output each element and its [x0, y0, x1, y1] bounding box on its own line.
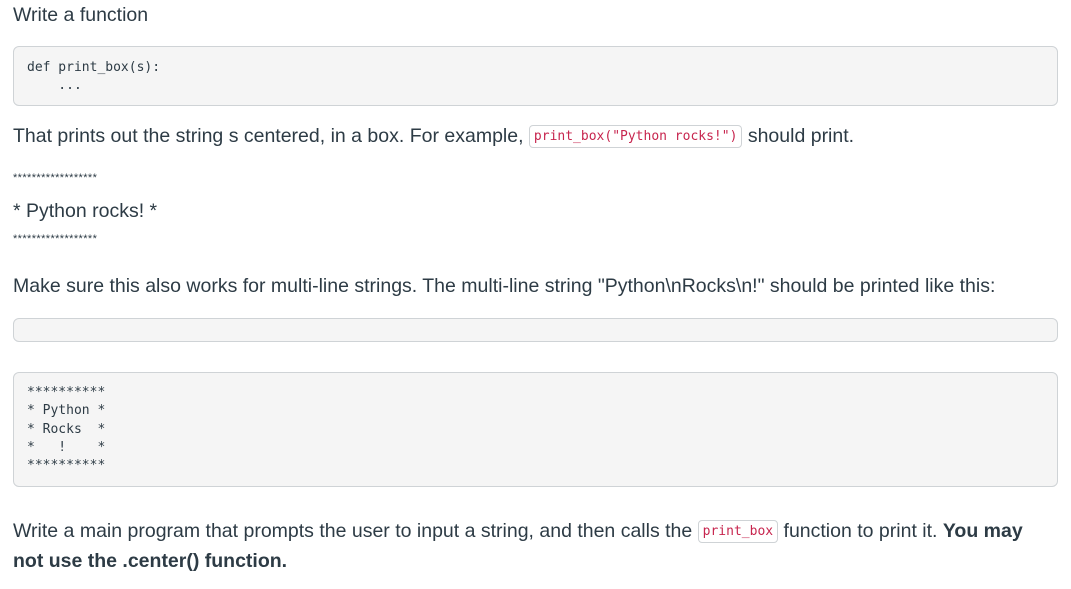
signature-code-block: def print_box(s): ...	[13, 46, 1058, 106]
example-output-line: * Python rocks! *	[13, 200, 158, 222]
example-bottom-stars: ******************	[13, 233, 98, 245]
final-inline-code: print_box	[697, 520, 779, 543]
example-text-after: should print.	[742, 125, 855, 147]
final-paragraph: Write a main program that prompts the us…	[13, 516, 1023, 547]
example-top-stars: ******************	[13, 172, 98, 184]
example-inline-code: print_box("Python rocks!")	[528, 125, 743, 148]
final-bold-line2: not use the .center() function.	[13, 550, 288, 572]
final-text-before: Write a main program that prompts the us…	[13, 520, 698, 542]
example-paragraph: That prints out the string s centered, i…	[13, 121, 854, 152]
example-text-before: That prints out the string s centered, i…	[13, 125, 529, 147]
multiline-output-code-block: ********** * Python * * Rocks * * ! * **…	[13, 372, 1058, 487]
multiline-paragraph: Make sure this also works for multi-line…	[13, 275, 996, 297]
intro-text: Write a function	[13, 4, 149, 26]
final-text-middle: function to print it.	[778, 520, 943, 542]
final-bold-line1: You may	[942, 520, 1023, 542]
final-paragraph-line2: not use the .center() function.	[13, 546, 287, 576]
empty-code-block	[13, 318, 1058, 342]
